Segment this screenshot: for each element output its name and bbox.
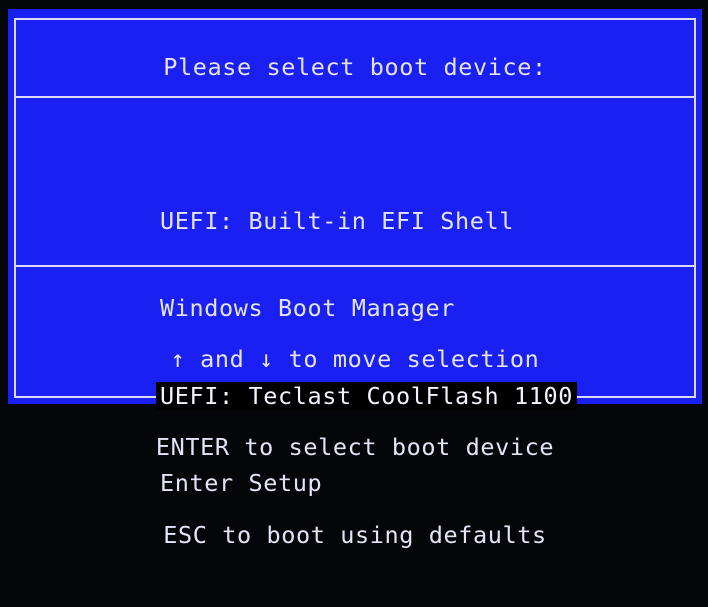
boot-option-label: UEFI: Built-in EFI Shell	[160, 206, 514, 235]
title-divider	[14, 96, 696, 98]
boot-option-efi-shell[interactable]: UEFI: Built-in EFI Shell	[42, 174, 577, 235]
help-line-navigation: ↑ and ↓ to move selection	[170, 345, 540, 373]
boot-device-dialog: Please select boot device: UEFI: Built-i…	[8, 9, 702, 549]
bios-screen: Please select boot device: UEFI: Built-i…	[0, 0, 708, 549]
help-line-escape: ESC to boot using defaults	[163, 521, 547, 549]
help-line-enter: ENTER to select boot device	[155, 433, 555, 461]
help-divider	[14, 265, 696, 267]
dialog-title: Please select boot device:	[163, 53, 547, 81]
help-text: ↑ and ↓ to move selection ENTER to selec…	[8, 287, 702, 607]
